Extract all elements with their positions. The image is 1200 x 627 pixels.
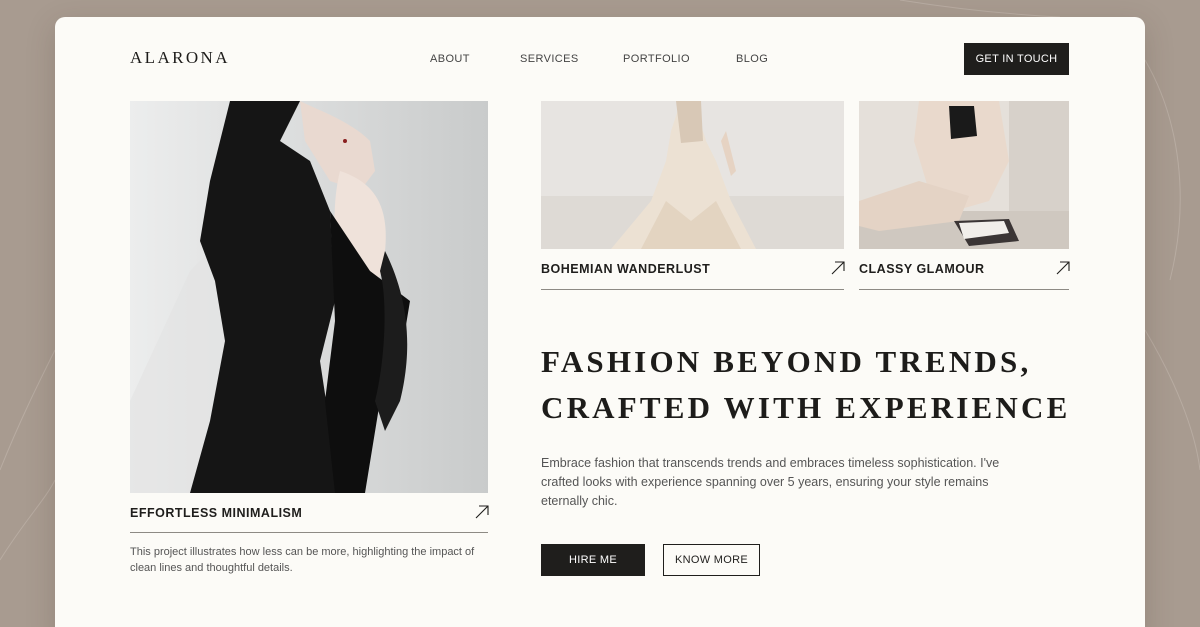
nav-portfolio[interactable]: PORTFOLIO	[623, 53, 690, 65]
hero-headline-line-2: CRAFTED WITH EXPERIENCE	[541, 390, 1071, 425]
hire-me-button[interactable]: HIRE ME	[541, 544, 645, 576]
page-card: ALARONA ABOUT SERVICES PORTFOLIO BLOG GE…	[55, 17, 1145, 627]
nav-about[interactable]: ABOUT	[430, 53, 470, 65]
project-image-minimalism[interactable]	[130, 101, 488, 493]
get-in-touch-button[interactable]: GET IN TOUCH	[964, 43, 1069, 75]
arrow-up-right-icon[interactable]	[831, 261, 845, 275]
divider-glamour	[859, 289, 1069, 290]
arrow-up-right-icon[interactable]	[475, 505, 489, 519]
divider-minimalism	[130, 532, 488, 533]
know-more-button[interactable]: KNOW MORE	[663, 544, 760, 576]
brand-logo[interactable]: ALARONA	[130, 48, 230, 68]
nav-blog[interactable]: BLOG	[736, 53, 768, 65]
project-title-bohemian[interactable]: BOHEMIAN WANDERLUST	[541, 262, 710, 276]
project-title-minimalism[interactable]: EFFORTLESS MINIMALISM	[130, 506, 302, 520]
hero-headline-line-1: FASHION BEYOND TRENDS,	[541, 344, 1032, 379]
project-image-bohemian[interactable]	[541, 101, 844, 249]
project-description-minimalism: This project illustrates how less can be…	[130, 546, 475, 574]
divider-bohemian	[541, 289, 844, 290]
arrow-up-right-icon[interactable]	[1056, 261, 1070, 275]
nav-services[interactable]: SERVICES	[520, 53, 579, 65]
hero-headline: FASHION BEYOND TRENDS, CRAFTED WITH EXPE…	[541, 339, 1071, 431]
hero-description: Embrace fashion that transcends trends a…	[541, 456, 1000, 508]
project-image-glamour[interactable]	[859, 101, 1069, 249]
project-title-glamour[interactable]: CLASSY GLAMOUR	[859, 262, 985, 276]
